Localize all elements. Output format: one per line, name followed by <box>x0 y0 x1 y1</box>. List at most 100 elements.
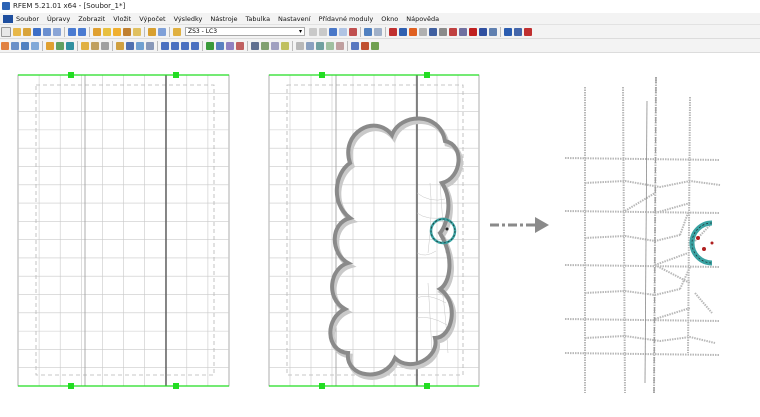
rfem-logo-icon[interactable] <box>3 14 13 23</box>
panel-icon[interactable] <box>351 41 359 50</box>
line-icon[interactable] <box>56 41 64 50</box>
toolbar-separator <box>385 26 386 37</box>
menu-nastaveni[interactable]: Nastavení <box>278 15 311 23</box>
guideline-icon[interactable] <box>116 41 124 50</box>
isometric-icon[interactable] <box>191 41 199 50</box>
transparent-icon[interactable] <box>316 41 324 50</box>
surfaces-icon[interactable] <box>419 27 427 36</box>
load-case-value: ZS3 - LC3 <box>188 28 218 35</box>
shadow-icon[interactable] <box>336 41 344 50</box>
navigator-icon[interactable] <box>361 41 369 50</box>
search-icon[interactable] <box>103 27 111 36</box>
support-node[interactable] <box>424 72 430 78</box>
mesh-refine-icon[interactable] <box>216 41 224 50</box>
lines-icon[interactable] <box>409 27 417 36</box>
opening-icon[interactable] <box>91 41 99 50</box>
open-folder-icon[interactable] <box>13 27 21 36</box>
menu-zobrazit[interactable]: Zobrazit <box>78 15 105 23</box>
menu-bar: Soubor Úpravy Zobrazit Vložit Výpočet Vý… <box>0 13 760 25</box>
member-icon[interactable] <box>66 41 74 50</box>
measure-icon[interactable] <box>251 41 259 50</box>
supports-icon[interactable] <box>439 27 447 36</box>
work-area[interactable] <box>0 53 760 417</box>
view-icon[interactable] <box>364 27 372 36</box>
mesh-icon[interactable] <box>389 27 397 36</box>
deformation-icon[interactable] <box>339 27 347 36</box>
support-node[interactable] <box>173 383 179 389</box>
info-icon[interactable] <box>479 27 487 36</box>
filter-icon[interactable] <box>271 41 279 50</box>
graphics-canvas[interactable] <box>0 53 760 417</box>
grid-icon[interactable] <box>126 41 134 50</box>
save-icon[interactable] <box>33 27 41 36</box>
color-icon[interactable] <box>281 41 289 50</box>
solid-view-icon[interactable] <box>326 41 334 50</box>
values-icon[interactable] <box>349 27 357 36</box>
module-2-icon[interactable] <box>514 27 522 36</box>
fe-mesh-icon[interactable] <box>226 41 234 50</box>
load-case-select[interactable]: ZS3 - LC3 ▾ <box>185 27 305 36</box>
undo-icon[interactable] <box>68 27 76 36</box>
menu-vypocet[interactable]: Výpočet <box>139 15 165 23</box>
next-case-icon[interactable] <box>319 27 327 36</box>
menu-pridavne-moduly[interactable]: Přídavné moduly <box>319 15 374 23</box>
render-icon[interactable] <box>296 41 304 50</box>
menu-soubor[interactable]: Soubor <box>16 15 39 23</box>
help-icon[interactable] <box>489 27 497 36</box>
print-icon[interactable] <box>43 27 51 36</box>
view-y-icon[interactable] <box>171 41 179 50</box>
surface-icon[interactable] <box>81 41 89 50</box>
support-node[interactable] <box>68 72 74 78</box>
title-bar: RFEM 5.21.01 x64 - [Soubor_1*] <box>0 0 760 12</box>
wireframe-icon[interactable] <box>306 41 314 50</box>
delete-icon[interactable] <box>469 27 477 36</box>
pan-icon[interactable] <box>31 41 39 50</box>
menu-nastroje[interactable]: Nástroje <box>210 15 237 23</box>
menu-upravy[interactable]: Úpravy <box>47 15 70 23</box>
select-icon[interactable] <box>1 41 9 50</box>
support-node[interactable] <box>68 383 74 389</box>
new-file-icon[interactable] <box>1 26 11 37</box>
support-node[interactable] <box>319 383 325 389</box>
window-icon[interactable] <box>158 27 166 36</box>
node-icon[interactable] <box>46 41 54 50</box>
support-node[interactable] <box>424 383 430 389</box>
view-2-icon[interactable] <box>374 27 382 36</box>
menu-vlozit[interactable]: Vložit <box>113 15 131 23</box>
edit-icon[interactable] <box>93 27 101 36</box>
support-node[interactable] <box>173 72 179 78</box>
results-on-icon[interactable] <box>329 27 337 36</box>
previous-case-icon[interactable] <box>309 27 317 36</box>
cut-icon[interactable] <box>459 27 467 36</box>
opening-arc[interactable] <box>689 220 713 266</box>
zoom-icon[interactable] <box>11 41 19 50</box>
solids-icon[interactable] <box>429 27 437 36</box>
view-z-icon[interactable] <box>181 41 189 50</box>
dimension-icon[interactable] <box>101 41 109 50</box>
open-recent-icon[interactable] <box>23 27 31 36</box>
coordinate-icon[interactable] <box>146 41 154 50</box>
support-node[interactable] <box>319 72 325 78</box>
tables-icon[interactable] <box>371 41 379 50</box>
visibility-icon[interactable] <box>261 41 269 50</box>
module-1-icon[interactable] <box>504 27 512 36</box>
snap-icon[interactable] <box>136 41 144 50</box>
table-icon[interactable] <box>133 27 141 36</box>
opening-node <box>710 241 714 245</box>
menu-vysledky[interactable]: Výsledky <box>174 15 203 23</box>
view-x-icon[interactable] <box>161 41 169 50</box>
redo-icon[interactable] <box>78 27 86 36</box>
print-graphic-icon[interactable] <box>53 27 61 36</box>
results-icon[interactable] <box>123 27 131 36</box>
menu-tabulka[interactable]: Tabulka <box>245 15 270 23</box>
calculate-icon[interactable] <box>113 27 121 36</box>
loads-icon[interactable] <box>449 27 457 36</box>
module-3-icon[interactable] <box>524 27 532 36</box>
display-icon[interactable] <box>148 27 156 36</box>
check-icon[interactable] <box>206 41 214 50</box>
menu-okno[interactable]: Okno <box>381 15 398 23</box>
nodes-icon[interactable] <box>399 27 407 36</box>
menu-napoveda[interactable]: Nápověda <box>406 15 439 23</box>
rotate-icon[interactable] <box>21 41 29 50</box>
mesh-delete-icon[interactable] <box>236 41 244 50</box>
